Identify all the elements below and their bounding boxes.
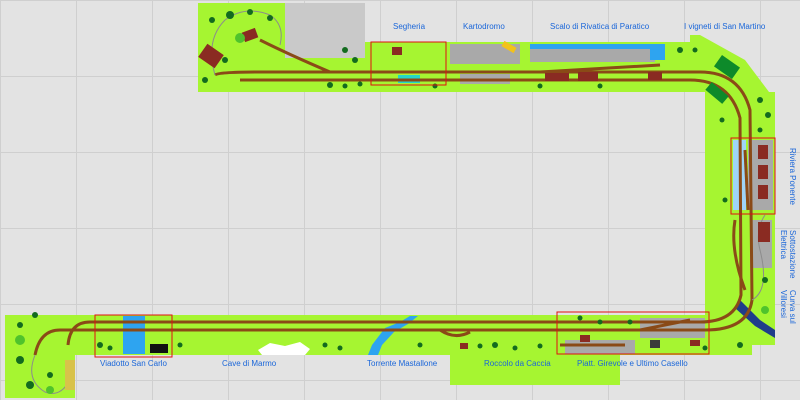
tree xyxy=(226,11,234,19)
tree xyxy=(46,386,54,394)
tree xyxy=(235,33,245,43)
tree xyxy=(577,315,583,321)
tree xyxy=(757,97,763,103)
tree xyxy=(702,345,708,351)
label-vigneti: I vigneti di San Martino xyxy=(684,22,766,31)
tree xyxy=(247,9,253,15)
layout-plan xyxy=(5,3,776,398)
tree xyxy=(357,81,363,87)
label-segheria: Segheria xyxy=(393,22,426,31)
board-top xyxy=(5,3,775,398)
tree xyxy=(15,335,25,345)
building xyxy=(758,145,768,159)
label-cave: Cave di Marmo xyxy=(222,359,277,368)
tree xyxy=(537,343,543,349)
building xyxy=(758,222,770,242)
tree xyxy=(512,345,518,351)
main-track-top xyxy=(33,70,754,356)
tree xyxy=(537,83,543,89)
tree xyxy=(417,342,423,348)
building xyxy=(690,340,700,346)
tree xyxy=(757,127,763,133)
tree xyxy=(209,17,215,23)
building xyxy=(758,165,768,179)
tree xyxy=(342,47,348,53)
water-scalo xyxy=(530,44,650,49)
label-kartodromo: Kartodromo xyxy=(463,22,505,31)
tree xyxy=(97,342,103,348)
piatt-yard xyxy=(565,340,635,354)
building xyxy=(578,72,598,81)
tree xyxy=(337,345,343,351)
tree xyxy=(32,312,38,318)
tree xyxy=(597,319,603,325)
tree xyxy=(692,47,698,53)
tree xyxy=(322,342,328,348)
yellow-marker xyxy=(65,360,75,390)
label-viadotto: Viadotto San Carlo xyxy=(100,359,168,368)
building xyxy=(392,47,402,55)
label-roccolo: Roccolo da Caccia xyxy=(484,359,551,368)
tree xyxy=(719,117,725,123)
label-torrente: Torrente Mastallone xyxy=(367,359,438,368)
board xyxy=(5,3,775,398)
label-scalo: Scalo di Rivatica di Paratico xyxy=(550,22,650,31)
building xyxy=(758,185,768,199)
main-track-inner xyxy=(66,78,743,346)
tree xyxy=(17,322,23,328)
label-riviera: Riviera Ponente xyxy=(788,148,797,205)
tree xyxy=(267,15,273,21)
tree xyxy=(327,82,333,88)
label-piatt: Piatt. Girevole e Ultimo Casello xyxy=(577,359,688,368)
building xyxy=(648,72,662,80)
tree xyxy=(765,112,771,118)
tree xyxy=(762,277,768,283)
water-scalo-2 xyxy=(650,44,665,60)
tree xyxy=(177,342,183,348)
tree xyxy=(677,47,683,53)
tree xyxy=(16,356,24,364)
building xyxy=(545,73,569,81)
tree xyxy=(737,342,743,348)
tree xyxy=(477,343,483,349)
tree xyxy=(761,306,769,314)
tree xyxy=(492,342,498,348)
tree xyxy=(342,83,348,89)
tree xyxy=(352,57,358,63)
tree xyxy=(47,372,53,378)
field xyxy=(150,344,168,353)
tree xyxy=(627,319,633,325)
building xyxy=(460,343,468,349)
tree xyxy=(107,345,113,351)
building xyxy=(580,335,590,342)
label-sottostazione: Sottostazione Elettrica xyxy=(779,230,797,279)
tree xyxy=(222,57,228,63)
label-curva: Curva sul Villoresi xyxy=(779,290,797,324)
field xyxy=(650,340,660,348)
tree xyxy=(26,381,34,389)
tree xyxy=(202,77,208,83)
tree xyxy=(597,83,603,89)
tree xyxy=(432,83,438,89)
tree xyxy=(722,197,728,203)
yard-top-left xyxy=(285,3,365,58)
